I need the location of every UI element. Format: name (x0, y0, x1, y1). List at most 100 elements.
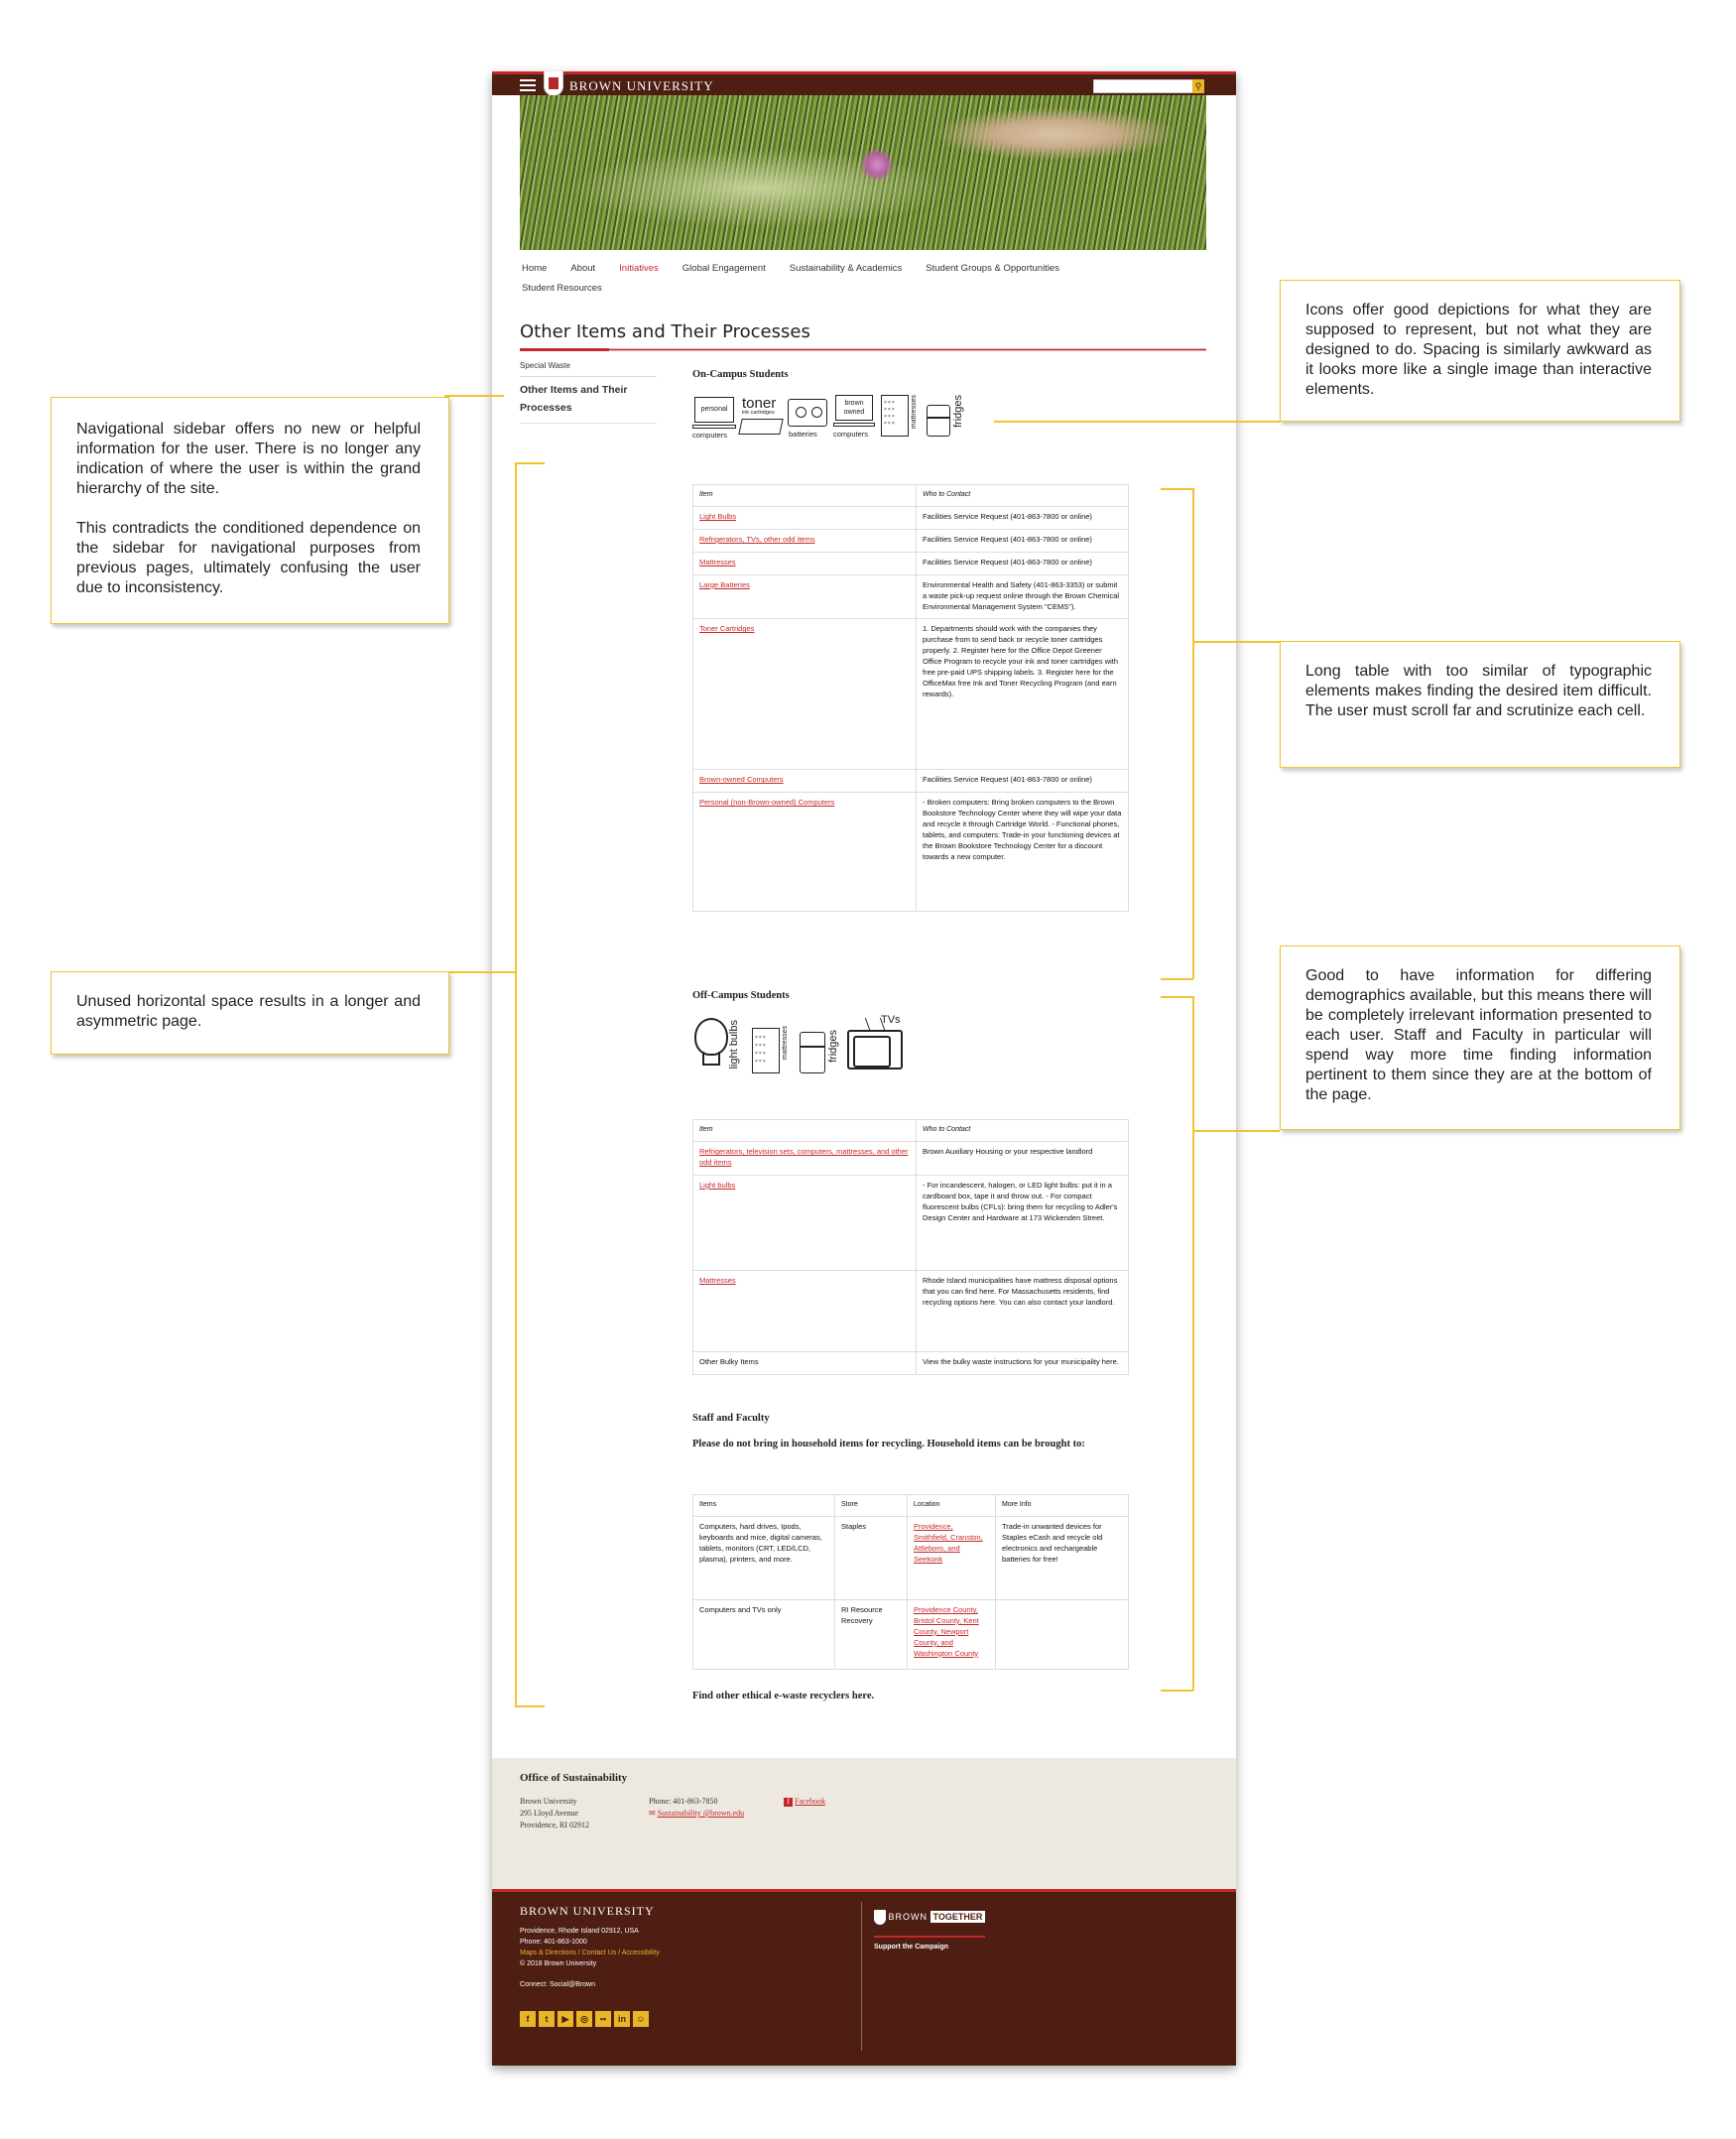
sidebar-item-special-waste[interactable]: Special Waste (520, 357, 657, 377)
twitter-icon[interactable]: t (539, 2011, 555, 2027)
page-title: Other Items and Their Processes (520, 321, 810, 342)
brown-together-logo[interactable]: BROWN TOGETHER (874, 1910, 986, 1925)
off-campus-icons: light bulbs ××× ××× ××× ××× mattresses frid… (692, 1014, 909, 1075)
footer-divider (861, 1902, 862, 2051)
linkedin-icon[interactable]: in (614, 2011, 630, 2027)
nav-student-resources[interactable]: Student Resources (522, 279, 602, 299)
table-header: More Info (995, 1493, 1129, 1518)
social-icons: f t ▶ ◎ •• in ☺ (520, 2011, 649, 2027)
youtube-icon[interactable]: ▶ (558, 2011, 573, 2027)
table-row: Light Bulbs Facilities Service Request (4… (692, 506, 1129, 531)
item-link[interactable]: Light Bulbs (692, 506, 917, 531)
search-input[interactable] (1093, 79, 1194, 93)
space-critique-note: Unused horizontal space results in a lon… (51, 971, 449, 1055)
toner-cartridge-icon[interactable]: toner ink cartridges (738, 395, 784, 440)
university-footer: BROWN UNIVERSITY Providence, Rhode Islan… (492, 1889, 1236, 2066)
office-email-link[interactable]: Sustainability @brown.edu (658, 1809, 744, 1818)
sidebar-item-current[interactable]: Other Items and Their Processes (520, 377, 657, 424)
on-campus-icons: personal computers toner ink cartridges … (692, 395, 966, 440)
on-campus-table: Item Who to Contact Light Bulbs Facilities… (692, 483, 1129, 913)
note-paragraph: Unused horizontal space results in a lon… (76, 993, 421, 1030)
table-header: Items (692, 1493, 835, 1518)
flickr-icon[interactable]: •• (595, 2011, 611, 2027)
office-phone: Phone: 401-863-7850 (649, 1797, 718, 1806)
table-header: Who to Contact (916, 1118, 1129, 1143)
main-nav: Home About Initiatives Global Engagement Sus… (522, 259, 1206, 299)
item-link[interactable]: Toner Cartridges (692, 618, 917, 771)
nav-initiatives[interactable]: Initiatives (619, 259, 659, 279)
footer-connect[interactable]: Connect: Social@Brown (520, 1979, 660, 1990)
tvs-icon[interactable]: TVs (847, 1014, 909, 1075)
site-brand[interactable]: BROWN UNIVERSITY (569, 78, 714, 94)
nav-global-engagement[interactable]: Global Engagement (682, 259, 766, 279)
footer-copyright: © 2018 Brown University (520, 1960, 597, 1967)
office-footer: Office of Sustainability Brown Universit… (492, 1758, 1236, 1889)
item-link[interactable]: Mattresses (692, 1269, 917, 1352)
item-link[interactable]: Light bulbs (692, 1174, 917, 1271)
off-campus-table: Item Who to Contact Refrigerators, televi… (692, 1118, 1129, 1375)
item-link[interactable]: Personal (non-Brown-owned) Computers (692, 792, 917, 913)
nav-student-groups[interactable]: Student Groups & Opportunities (926, 259, 1059, 279)
location-links[interactable]: Providence, Smithfield, Cranston, Attleb… (907, 1516, 996, 1601)
nav-about[interactable]: About (570, 259, 595, 279)
table-row: Refrigerators, television sets, computer… (692, 1141, 1129, 1176)
fridges-icon[interactable]: fridges (927, 395, 966, 440)
nav-sustainability-academics[interactable]: Sustainability & Academics (790, 259, 903, 279)
note-paragraph: Long table with too similar of typograph… (1305, 663, 1652, 719)
search-icon[interactable]: ⚲ (1192, 79, 1204, 93)
item-link[interactable]: Mattresses (692, 551, 917, 575)
staff-table: Items Store Location More Info Computers… (692, 1493, 1129, 1671)
note-paragraph: Navigational sidebar offers no new or he… (76, 421, 421, 497)
table-row: Brown-owned Computers Facilities Service … (692, 769, 1129, 794)
office-contact: Phone: 401-863-7850 ✉ Sustainability @br… (649, 1796, 744, 1820)
address-line: Providence, RI 02912 (520, 1821, 589, 1829)
table-row: Computers and TVs only RI Resource Recov… (692, 1599, 1129, 1671)
mattresses-icon[interactable]: ××× ××× ××× ××× mattresses (881, 395, 923, 440)
brown-owned-computers-icon[interactable]: brown owned computers (833, 395, 877, 440)
table-header: Who to Contact (916, 483, 1129, 508)
contact-cell: Facilities Service Request (401-863-7800… (916, 551, 1129, 575)
item-link[interactable]: Refrigerators, television sets, computer… (692, 1141, 917, 1176)
location-links[interactable]: Providence County, Bristol County, Kent … (907, 1599, 996, 1671)
nav-home[interactable]: Home (522, 259, 547, 279)
contact-cell: View the bulky waste instructions for yo… (916, 1350, 1129, 1375)
table-critique-note: Long table with too similar of typograph… (1280, 641, 1680, 768)
hero-image (520, 95, 1206, 250)
item-link[interactable]: Brown-owned Computers (692, 769, 917, 794)
light-bulbs-icon[interactable]: light bulbs (692, 1014, 748, 1075)
contact-cell: Facilities Service Request (401-863-7800… (916, 769, 1129, 794)
table-header: Item (692, 1118, 917, 1143)
campaign-underline (874, 1936, 985, 1938)
fridges-icon[interactable]: fridges (800, 1014, 843, 1075)
instagram-icon[interactable]: ◎ (576, 2011, 592, 2027)
contact-cell: Rhode Island municipalities have mattres… (916, 1269, 1129, 1352)
mattresses-icon[interactable]: ××× ××× ××× ××× mattresses (752, 1014, 796, 1075)
personal-computers-icon[interactable]: personal computers (692, 395, 736, 440)
table-header: Item (692, 483, 917, 508)
bracket-line (1161, 978, 1193, 980)
staff-heading: Staff and Faculty (692, 1413, 770, 1424)
facebook-icon[interactable]: f (520, 2011, 536, 2027)
footer-links[interactable]: Maps & Directions / Contact Us / Accessi… (520, 1948, 660, 1958)
contact-cell: Environmental Health and Safety (401-863… (916, 573, 1129, 620)
menu-icon[interactable] (520, 79, 536, 91)
find-other-recyclers-link[interactable]: Find other ethical e-waste recyclers her… (692, 1687, 874, 1706)
table-row: Refrigerators, TVs, other odd items Facil… (692, 529, 1129, 553)
footer-address: Providence, Rhode Island 02912, USA (520, 1928, 639, 1935)
info-cell (995, 1599, 1129, 1671)
item-cell: Other Bulky Items (692, 1350, 917, 1375)
top-bar: BROWN UNIVERSITY ⚲ (492, 71, 1236, 96)
support-campaign-link[interactable]: Support the Campaign (874, 1944, 948, 1950)
office-social: f Facebook (784, 1796, 825, 1808)
item-link[interactable]: Refrigerators, TVs, other odd items (692, 529, 917, 553)
item-link[interactable]: Large Batteries (692, 573, 917, 620)
bracket-line (1192, 488, 1194, 979)
bracket-line (515, 462, 517, 1706)
table-row: Mattresses Facilities Service Request (40… (692, 551, 1129, 575)
connector-line (1192, 1130, 1280, 1132)
brown-shield-icon (544, 71, 563, 96)
campaign-brand: BROWN (888, 1911, 929, 1922)
facebook-link[interactable]: Facebook (795, 1797, 825, 1806)
snapchat-icon[interactable]: ☺ (633, 2011, 649, 2027)
batteries-icon[interactable]: batteries (788, 395, 829, 440)
